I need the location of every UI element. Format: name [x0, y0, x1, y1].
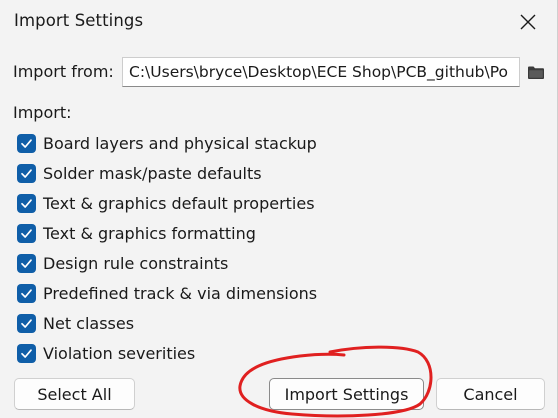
check-icon [21, 258, 32, 268]
option-label: Net classes [43, 313, 135, 333]
option-label: Predefined track & via dimensions [43, 283, 318, 303]
browse-button[interactable] [521, 57, 550, 87]
checkbox-checked[interactable] [17, 343, 36, 363]
import-settings-button[interactable]: Import Settings [269, 378, 424, 410]
option-label: Design rule constraints [43, 253, 229, 273]
option-text-graphics-defaults[interactable]: Text & graphics default properties [17, 188, 437, 218]
dialog-title: Import Settings [14, 11, 144, 30]
import-settings-dialog: Import Settings Import from: Import: Boa… [0, 0, 558, 418]
checkbox-checked[interactable] [17, 313, 36, 333]
option-net-classes[interactable]: Net classes [17, 308, 437, 338]
cancel-button[interactable]: Cancel [436, 378, 545, 410]
folder-icon [527, 66, 544, 79]
import-section-label: Import: [13, 103, 72, 122]
option-label: Text & graphics formatting [43, 223, 256, 243]
checkbox-checked[interactable] [17, 193, 36, 213]
option-design-rules[interactable]: Design rule constraints [17, 248, 437, 278]
option-label: Violation severities [43, 343, 196, 363]
close-icon [520, 14, 536, 30]
check-icon [21, 228, 32, 238]
check-icon [21, 138, 32, 148]
checkbox-checked[interactable] [17, 133, 36, 153]
select-all-button[interactable]: Select All [14, 378, 135, 410]
option-text-graphics-formatting[interactable]: Text & graphics formatting [17, 218, 437, 248]
checkbox-checked[interactable] [17, 163, 36, 183]
import-options-list: Board layers and physical stackup Solder… [17, 128, 437, 368]
check-icon [21, 288, 32, 298]
option-violation-severities[interactable]: Violation severities [17, 338, 437, 368]
import-from-row: Import from: [13, 56, 551, 90]
import-path-input[interactable] [122, 57, 520, 87]
title-bar: Import Settings [0, 0, 556, 44]
option-solder-mask[interactable]: Solder mask/paste defaults [17, 158, 437, 188]
check-icon [21, 198, 32, 208]
check-icon [21, 318, 32, 328]
check-icon [21, 348, 32, 358]
option-board-layers[interactable]: Board layers and physical stackup [17, 128, 437, 158]
option-label: Text & graphics default properties [43, 193, 315, 213]
check-icon [21, 168, 32, 178]
option-label: Board layers and physical stackup [43, 133, 317, 153]
option-track-via-dimensions[interactable]: Predefined track & via dimensions [17, 278, 437, 308]
option-label: Solder mask/paste defaults [43, 163, 262, 183]
import-from-label: Import from: [13, 62, 114, 81]
checkbox-checked[interactable] [17, 223, 36, 243]
checkbox-checked[interactable] [17, 253, 36, 273]
close-button[interactable] [508, 4, 548, 40]
checkbox-checked[interactable] [17, 283, 36, 303]
